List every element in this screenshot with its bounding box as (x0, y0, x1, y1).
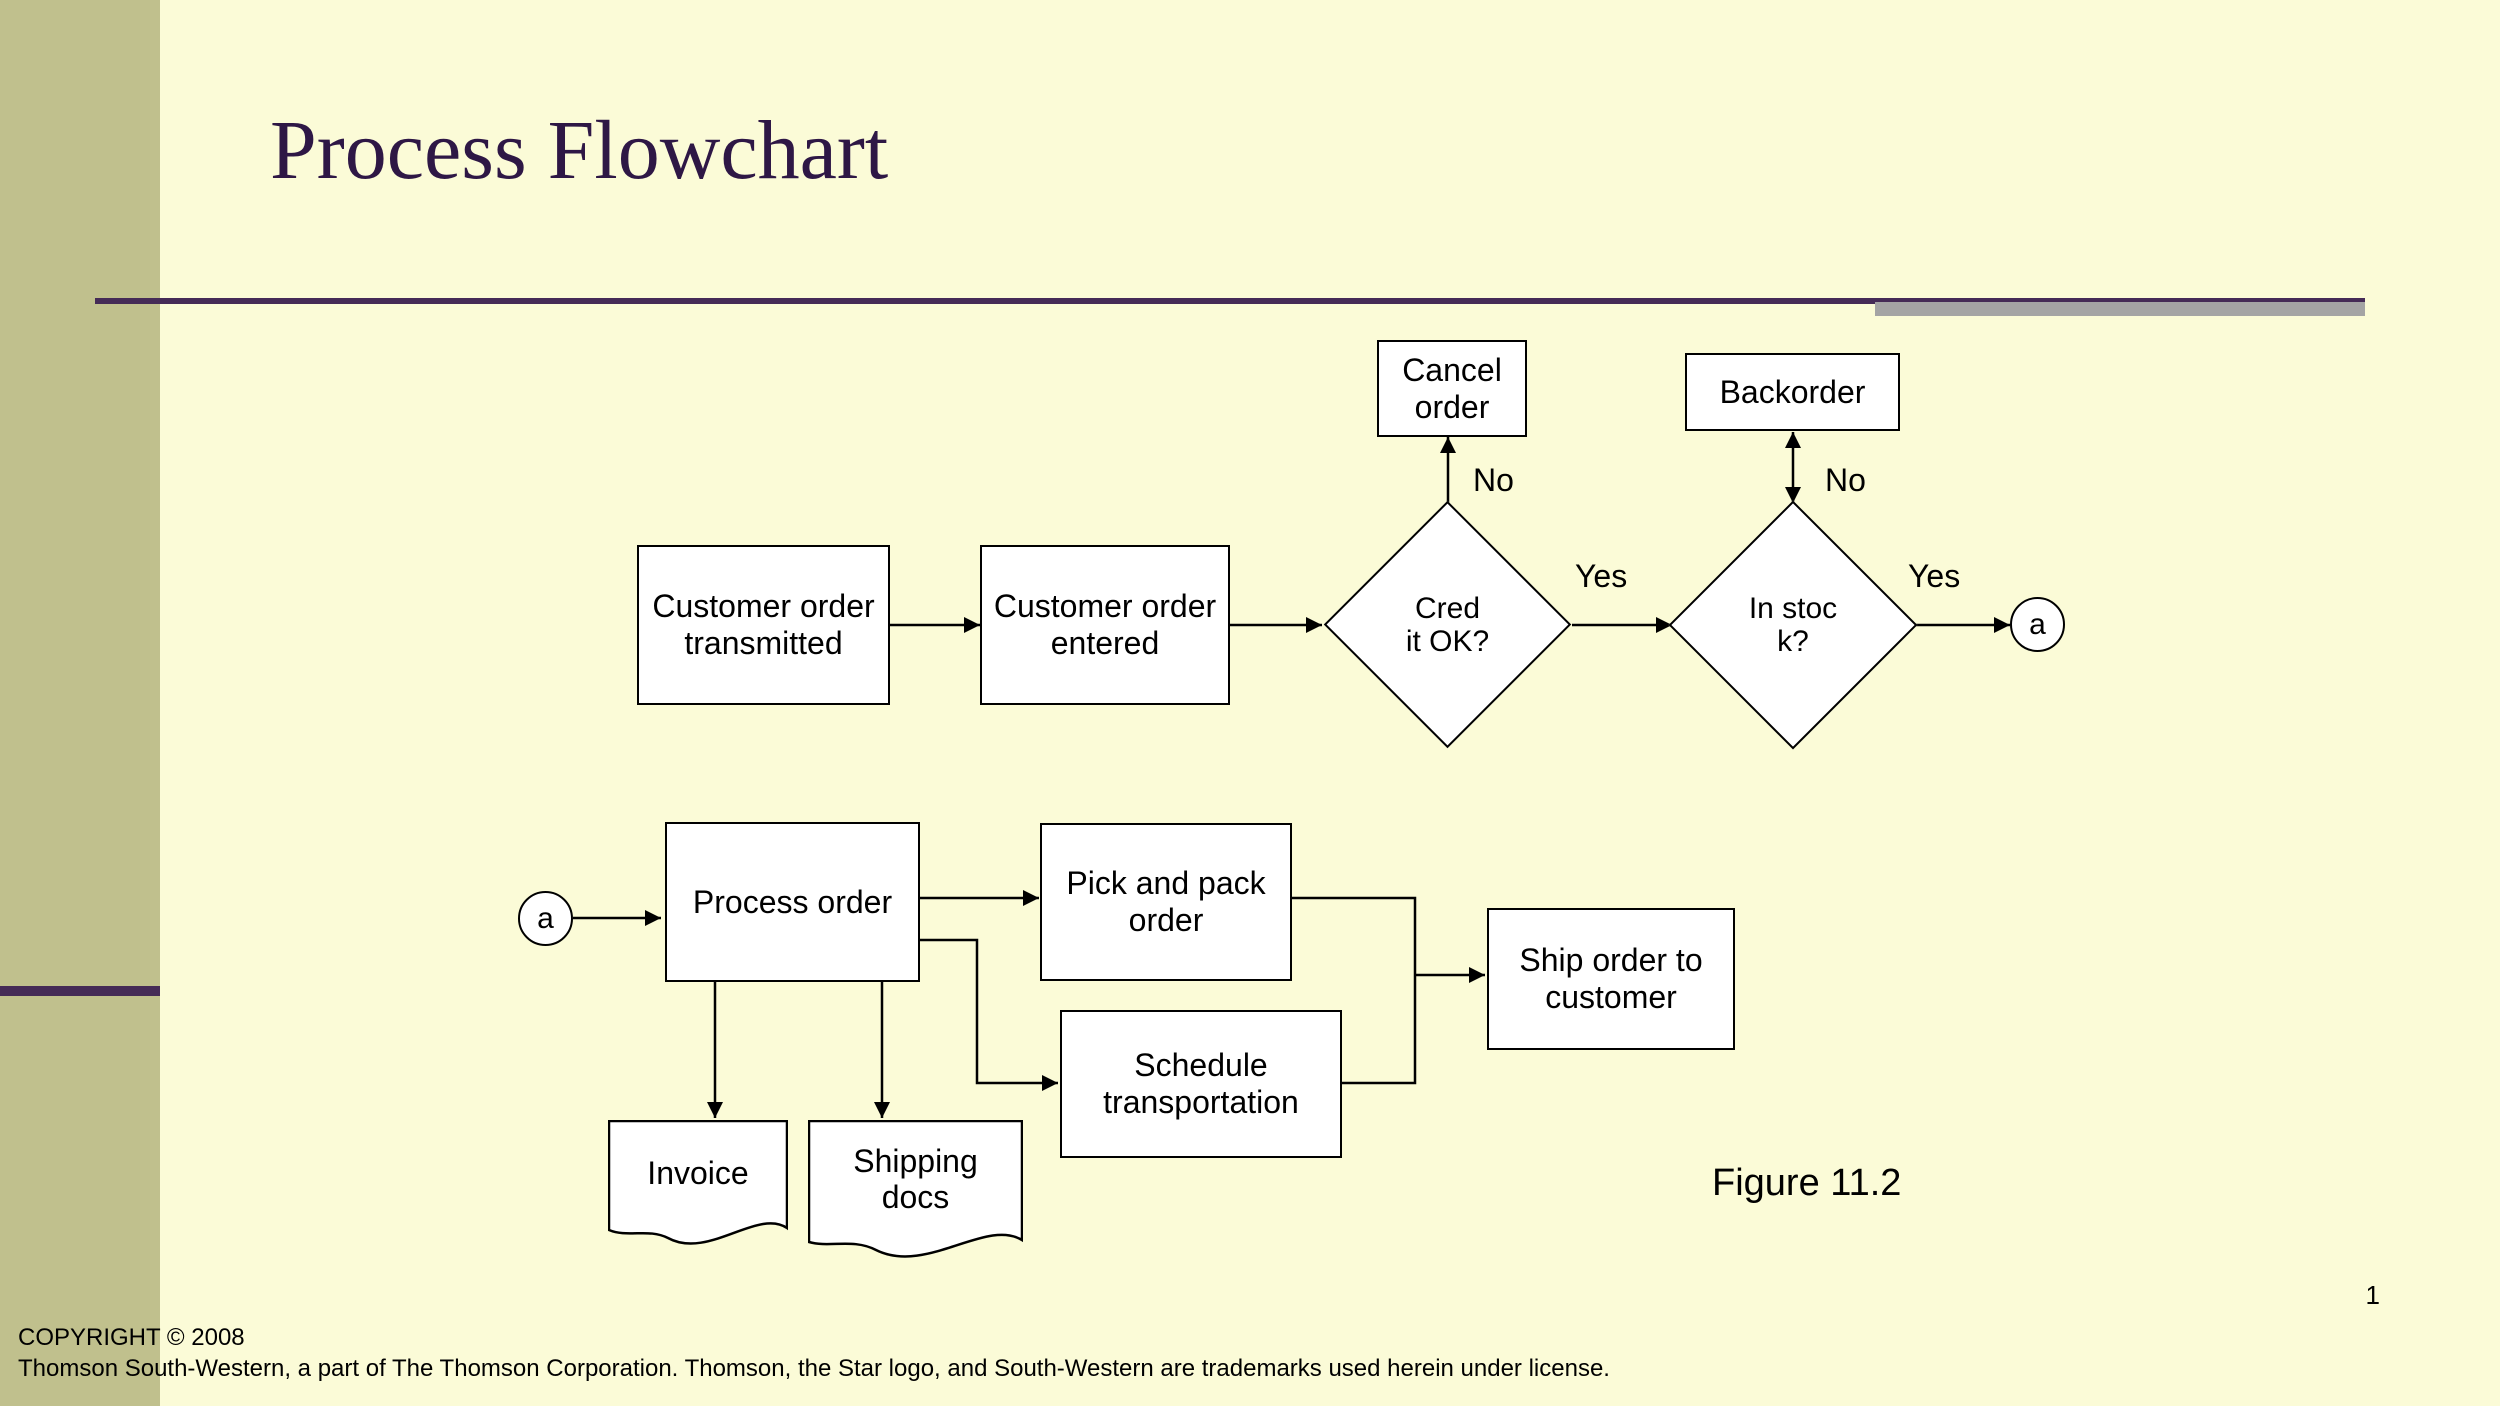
node-cancel-order: Cancel order (1377, 340, 1527, 437)
connector-a-right: a (2010, 597, 2065, 652)
node-schedule-transportation: Schedule transportation (1060, 1010, 1342, 1158)
label-yes-stock: Yes (1908, 558, 1960, 595)
node-backorder: Backorder (1685, 353, 1900, 431)
copyright-footer: COPYRIGHT © 2008 Thomson South-Western, … (18, 1322, 1610, 1384)
node-pick-and-pack: Pick and pack order (1040, 823, 1292, 981)
connector-a-left: a (518, 891, 573, 946)
copyright-line-1: COPYRIGHT © 2008 (18, 1322, 1610, 1353)
connector-layer (0, 0, 2500, 1406)
node-ship-order: Ship order to customer (1487, 908, 1735, 1050)
page-number: 1 (2366, 1280, 2380, 1311)
node-in-stock: In stoc k? (1705, 537, 1881, 713)
label-yes-credit: Yes (1575, 558, 1627, 595)
node-process-order: Process order (665, 822, 920, 982)
node-invoice: Invoice (608, 1120, 788, 1250)
copyright-line-2: Thomson South-Western, a part of The Tho… (18, 1353, 1610, 1384)
node-customer-order-transmitted: Customer order transmitted (637, 545, 890, 705)
label-no-stock: No (1825, 462, 1866, 499)
flowchart: Customer order transmitted Customer orde… (0, 0, 2500, 1406)
node-credit-ok: Cred it OK? (1360, 537, 1535, 712)
figure-number: Figure 11.2 (1712, 1162, 1901, 1205)
node-shipping-docs: Shipping docs (808, 1120, 1023, 1265)
label-no-credit: No (1473, 462, 1514, 499)
node-customer-order-entered: Customer order entered (980, 545, 1230, 705)
